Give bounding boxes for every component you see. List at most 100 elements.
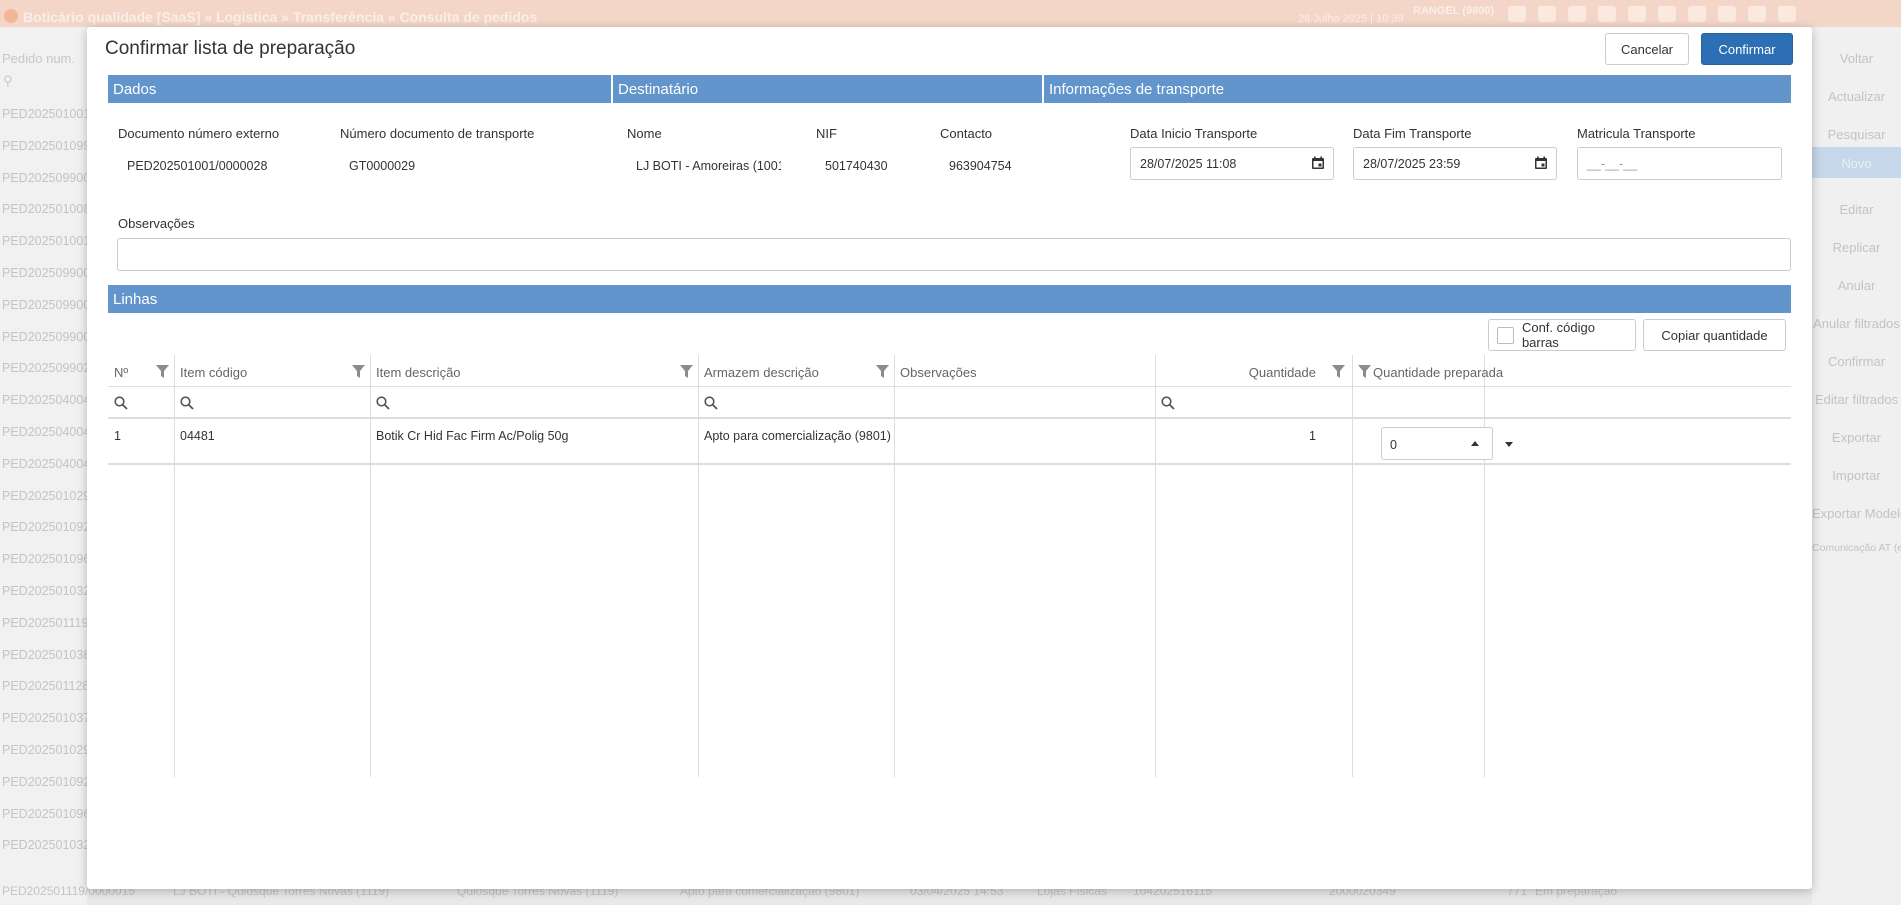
data-inicio-value: 28/07/2025 11:08 [1140,157,1237,171]
column-header-item-descricao[interactable]: Item descrição [376,355,461,387]
list-item: PED202509900 [2,170,87,185]
list-item: PED202501092 [2,774,87,789]
list-item: PED202501001 [2,107,87,121]
check-icon[interactable] [1718,6,1736,22]
menu-item: Voltar [1839,51,1874,65]
app-logo [4,9,18,23]
quantidade-preparada-value: 0 [1390,438,1397,452]
filter-icon[interactable] [876,365,889,378]
home-icon[interactable] [1538,6,1556,22]
menu-item: Importar [1832,468,1881,482]
observacoes-label: Observações [118,216,195,231]
section-header-bar: Dados Destinatário Informações de transp… [108,75,1791,103]
increment-icon[interactable] [1471,441,1479,446]
list-item: PED202504004 [2,393,87,408]
lines-grid: Nº Item código Item descrição Armazem de… [108,355,1791,889]
menu-icon[interactable] [1778,6,1796,22]
calendar-icon[interactable] [1311,156,1325,170]
menu-item: Pesquisar [1827,127,1886,141]
matricula-input[interactable]: __-__-__ [1577,147,1782,180]
cell-item-codigo: 04481 [180,429,215,443]
decrement-icon[interactable] [1505,442,1513,447]
column-header-observacoes[interactable]: Observações [900,355,977,387]
menu-item: Anular [1837,278,1876,292]
user-icon[interactable] [1658,6,1676,22]
filter-icon[interactable] [1358,365,1371,378]
search-icon[interactable] [114,396,128,410]
copy-quantity-button[interactable]: Copiar quantidade [1643,319,1786,351]
list-item: PED202504004 [2,424,87,439]
menu-item: Actualizar [1827,89,1886,103]
list-item: PED202509900 [2,329,87,344]
topbar-user: RANGEL (9800) [1413,5,1495,17]
list-header: Pedido num. [2,51,75,66]
menu-item: Confirmar [1827,354,1886,368]
contacto-field: 963904754 [949,159,1012,173]
nome-label: Nome [627,126,662,141]
data-fim-input[interactable]: 28/07/2025 23:59 [1353,147,1557,180]
list-item: PED202501119 [2,615,87,630]
bell-icon[interactable] [1628,6,1646,22]
data-inicio-label: Data Inicio Transporte [1130,126,1258,141]
observacoes-input[interactable] [117,238,1791,271]
calendar-icon[interactable] [1534,156,1548,170]
search-icon[interactable] [704,396,718,410]
checkbox[interactable] [1497,326,1514,344]
column-header-n[interactable]: Nº [114,355,128,387]
list-item: PED202509900 [2,265,87,280]
filter-icon[interactable] [1332,365,1345,378]
data-fim-value: 28/07/2025 23:59 [1363,157,1461,171]
nif-field: 501740430 [825,159,888,173]
search-icon[interactable] [180,396,194,410]
list-item: PED202501037 [2,711,87,726]
confirm-button[interactable]: Confirmar [1701,33,1793,65]
list-item: PED202501038 [2,647,87,662]
list-item: PED202501099 [2,138,87,153]
section-transporte: Informações de transporte [1049,81,1225,98]
menu-item: Exportar Modelo [1812,506,1901,520]
list-item: PED202501096 [2,806,87,821]
quantidade-preparada-stepper[interactable]: 0 [1381,427,1513,460]
doc-externo-label: Documento número externo [118,126,280,141]
column-header-quantidade[interactable]: Quantidade [1216,355,1316,387]
chat-icon[interactable] [1598,6,1616,22]
filter-icon[interactable] [156,365,169,378]
background-list: Pedido num. ⚲ PED202501001 PED202501099 PE… [0,27,87,905]
nome-field: LJ BOTI - Amoreiras (1001) [636,159,781,173]
section-destinatario: Destinatário [613,75,1044,103]
column-header-quantidade-preparada[interactable]: Quantidade preparada [1373,355,1503,387]
confirm-preparation-dialog: Confirmar lista de preparação Cancelar C… [87,27,1812,889]
list-item: PED202501032 [2,838,87,853]
filter-icon[interactable] [680,365,693,378]
list-item: PED202509900 [2,297,87,312]
section-linhas: Linhas [108,285,1791,313]
list-item: PED202501029 [2,488,87,503]
calendar-icon[interactable] [1508,6,1526,22]
topbar-icons [1508,6,1796,22]
barcode-check-toggle[interactable]: Conf. código barras [1488,319,1636,351]
topbar-datetime: 28 Julho 2025 | 10:39 [1298,13,1404,25]
list-item: PED202501096 [2,552,87,567]
search-icon[interactable] [1161,396,1175,410]
matricula-label: Matricula Transporte [1577,126,1696,141]
menu-item: Exportar [1831,430,1882,444]
column-header-item-codigo[interactable]: Item código [180,355,247,387]
cancel-button[interactable]: Cancelar [1605,33,1689,65]
breadcrumb: Boticário qualidade [SaaS] » Logistica »… [23,9,538,25]
list-item: PED202501092 [2,520,87,535]
filter-icon[interactable] [352,365,365,378]
list-item: PED202501128 [2,679,87,694]
menu-item: Comunicação AT (erros) [1812,542,1901,554]
grid-header-row: Nº Item código Item descrição Armazem de… [108,355,1791,387]
data-fim-label: Data Fim Transporte [1353,126,1472,141]
table-row[interactable]: 1 04481 Botik Cr Hid Fac Firm Ac/Polig 5… [108,421,1791,465]
data-inicio-input[interactable]: 28/07/2025 11:08 [1130,147,1334,180]
search-icon[interactable] [1748,6,1766,22]
cell-item-descricao: Botik Cr Hid Fac Firm Ac/Polig 50g [376,429,569,443]
column-header-armazem[interactable]: Armazem descrição [704,355,819,387]
hourglass-icon[interactable] [1568,6,1586,22]
search-icon[interactable] [376,396,390,410]
grid-filter-row [108,387,1791,419]
cell-n: 1 [114,429,121,443]
gift-icon[interactable] [1688,6,1706,22]
